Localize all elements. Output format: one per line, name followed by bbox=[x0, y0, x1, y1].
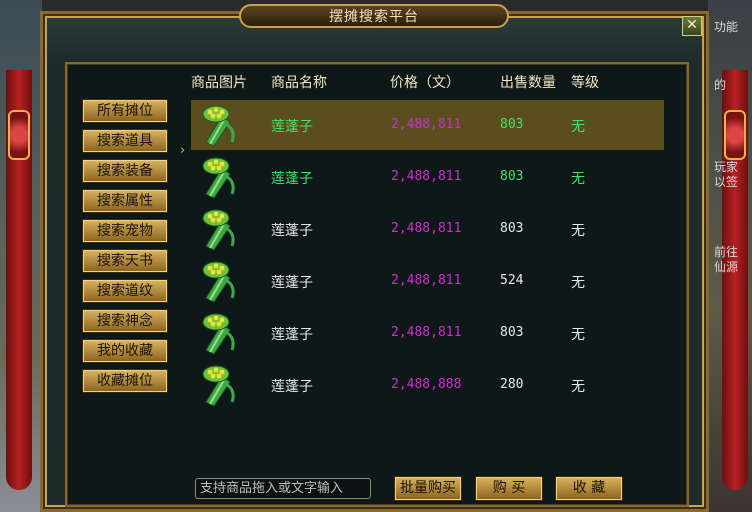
table-row[interactable]: 莲蓬子 2,488,811 803 无 bbox=[191, 100, 664, 150]
header-price: 价格（文） bbox=[390, 75, 460, 91]
item-price: 2,488,811 bbox=[391, 117, 462, 132]
right-edge-text-2: 的 bbox=[714, 78, 727, 92]
lotus-pod-icon[interactable] bbox=[196, 258, 242, 304]
item-grade: 无 bbox=[571, 275, 585, 291]
selection-arrow-icon: › bbox=[180, 143, 186, 158]
search-input[interactable]: 支持商品拖入或文字输入 bbox=[195, 478, 371, 499]
item-price: 2,488,811 bbox=[391, 325, 462, 340]
item-price: 2,488,811 bbox=[391, 221, 462, 236]
table-row[interactable]: 莲蓬子 2,488,811 803 无 bbox=[191, 152, 664, 202]
item-grade: 无 bbox=[571, 327, 585, 343]
item-grade: 无 bbox=[571, 223, 585, 239]
left-red-banner bbox=[6, 70, 32, 490]
item-price: 2,488,811 bbox=[391, 169, 462, 184]
item-name: 莲蓬子 bbox=[271, 119, 313, 135]
sidebar-item-all-stalls[interactable]: 所有摊位 bbox=[83, 100, 167, 122]
close-button[interactable]: ✕ bbox=[682, 16, 702, 36]
item-name: 莲蓬子 bbox=[271, 327, 313, 343]
item-name: 莲蓬子 bbox=[271, 379, 313, 395]
item-grade: 无 bbox=[571, 119, 585, 135]
stall-search-window: 摆摊搜索平台 ✕ 所有摊位 搜索道具 搜索装备 搜索属性 搜索宠物 搜索天书 搜… bbox=[40, 4, 709, 512]
lotus-pod-icon[interactable] bbox=[196, 362, 242, 408]
item-quantity: 280 bbox=[500, 377, 524, 392]
item-name: 莲蓬子 bbox=[271, 171, 313, 187]
header-grade: 等级 bbox=[571, 75, 599, 91]
table-row[interactable]: 莲蓬子 2,488,811 803 无 bbox=[191, 308, 664, 358]
sidebar-item-search-pets[interactable]: 搜索宠物 bbox=[83, 220, 167, 242]
header-item-name: 商品名称 bbox=[271, 75, 327, 91]
right-red-banner bbox=[722, 70, 748, 490]
sidebar-item-search-items[interactable]: 搜索道具 bbox=[83, 130, 167, 152]
item-grade: 无 bbox=[571, 171, 585, 187]
right-edge-text-5: 前往 bbox=[714, 245, 739, 259]
lotus-pod-icon[interactable] bbox=[196, 310, 242, 356]
lotus-pod-icon[interactable] bbox=[196, 102, 242, 148]
sidebar-item-search-thoughts[interactable]: 搜索神念 bbox=[83, 310, 167, 332]
item-quantity: 524 bbox=[500, 273, 524, 288]
right-edge-text-3: 玩家 bbox=[714, 160, 739, 174]
content-panel: 所有摊位 搜索道具 搜索装备 搜索属性 搜索宠物 搜索天书 搜索道纹 搜索神念 … bbox=[65, 62, 689, 507]
window-title: 摆摊搜索平台 bbox=[329, 9, 419, 25]
sidebar-item-search-patterns[interactable]: 搜索道纹 bbox=[83, 280, 167, 302]
item-quantity: 803 bbox=[500, 117, 524, 132]
favorite-button[interactable]: 收 藏 bbox=[556, 477, 622, 500]
item-grade: 无 bbox=[571, 379, 585, 395]
right-edge-text-4: 以签 bbox=[714, 175, 739, 189]
item-name: 莲蓬子 bbox=[271, 223, 313, 239]
sidebar-item-favorite-stalls[interactable]: 收藏摊位 bbox=[83, 370, 167, 392]
table-row[interactable]: 莲蓬子 2,488,811 524 无 bbox=[191, 256, 664, 306]
banner-knot-icon bbox=[724, 110, 746, 160]
item-quantity: 803 bbox=[500, 169, 524, 184]
item-quantity: 803 bbox=[500, 221, 524, 236]
item-price: 2,488,811 bbox=[391, 273, 462, 288]
right-edge-text-6: 仙源 bbox=[714, 260, 739, 274]
item-price: 2,488,888 bbox=[391, 377, 462, 392]
sidebar-item-search-equipment[interactable]: 搜索装备 bbox=[83, 160, 167, 182]
sidebar-item-search-attributes[interactable]: 搜索属性 bbox=[83, 190, 167, 212]
header-item-image: 商品图片 bbox=[191, 75, 247, 91]
banner-knot-icon bbox=[8, 110, 30, 160]
item-quantity: 803 bbox=[500, 325, 524, 340]
sidebar-item-my-favorites[interactable]: 我的收藏 bbox=[83, 340, 167, 362]
bulk-buy-button[interactable]: 批量购买 bbox=[395, 477, 461, 500]
item-name: 莲蓬子 bbox=[271, 275, 313, 291]
table-row[interactable]: 莲蓬子 2,488,888 280 无 bbox=[191, 360, 664, 410]
right-edge-text-1: 功能 bbox=[714, 20, 739, 34]
header-quantity: 出售数量 bbox=[500, 75, 556, 91]
window-title-plate: 摆摊搜索平台 bbox=[239, 4, 509, 28]
sidebar-item-search-books[interactable]: 搜索天书 bbox=[83, 250, 167, 272]
lotus-pod-icon[interactable] bbox=[196, 206, 242, 252]
table-row[interactable]: 莲蓬子 2,488,811 803 无 bbox=[191, 204, 664, 254]
lotus-pod-icon[interactable] bbox=[196, 154, 242, 200]
buy-button[interactable]: 购 买 bbox=[476, 477, 542, 500]
